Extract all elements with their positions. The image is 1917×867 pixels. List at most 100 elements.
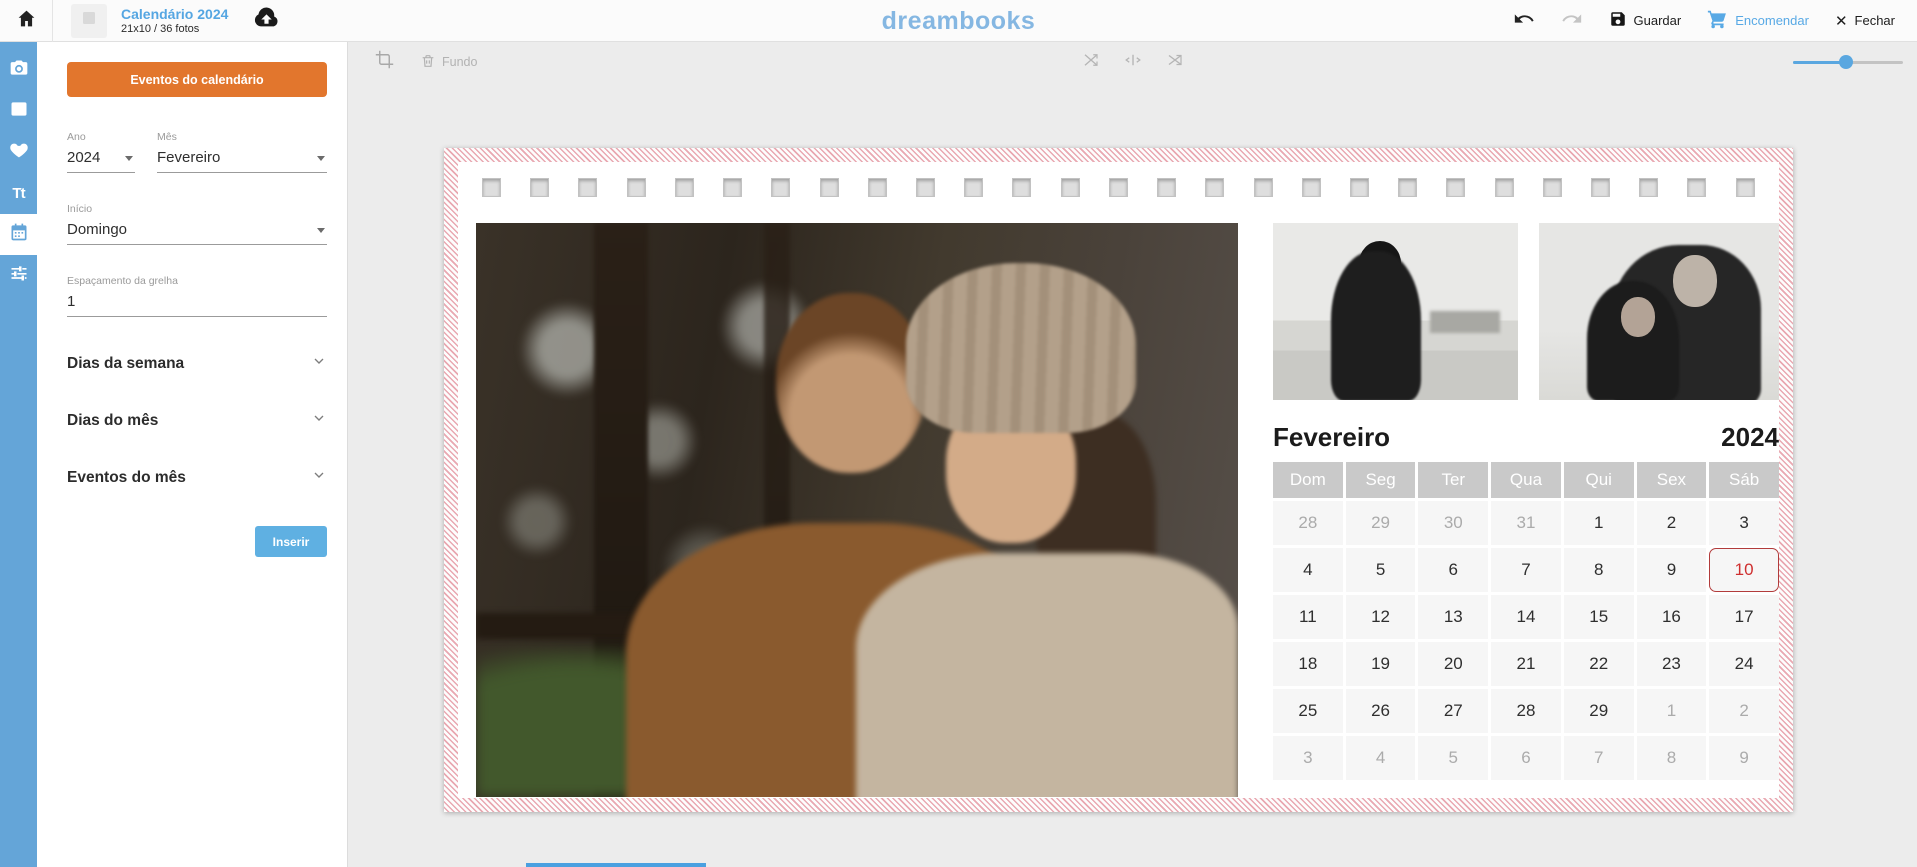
month-select[interactable]: Mês Fevereiro [157,131,327,173]
day-cell[interactable]: 2 [1637,501,1707,545]
day-cell[interactable]: 2 [1709,689,1779,733]
day-cell[interactable]: 11 [1273,595,1343,639]
section-monthdays[interactable]: Dias do mês [67,410,327,431]
calendar-events-button[interactable]: Eventos do calendário [67,62,327,97]
day-cell[interactable]: 31 [1491,501,1561,545]
app-header: Calendário 2024 21x10 / 36 fotos dreambo… [0,0,1917,42]
day-cell[interactable]: 8 [1564,548,1634,592]
day-cell[interactable]: 5 [1418,736,1488,780]
swap-horizontal-button[interactable] [1124,51,1142,74]
binding-hole [868,178,887,197]
day-cell[interactable]: 4 [1346,736,1416,780]
day-cell[interactable]: 8 [1637,736,1707,780]
day-cell[interactable]: 17 [1709,595,1779,639]
day-cell[interactable]: 27 [1418,689,1488,733]
day-cell[interactable]: 29 [1346,501,1416,545]
undo-button[interactable] [1513,8,1535,33]
day-cell[interactable]: 1 [1564,501,1634,545]
day-cell[interactable]: 12 [1346,595,1416,639]
day-cell[interactable]: 20 [1418,642,1488,686]
zoom-slider[interactable] [1793,55,1903,69]
binding-hole [964,178,983,197]
grid-spacing-input[interactable]: Espaçamento da grelha 1 [67,275,327,317]
section-monthevents[interactable]: Eventos do mês [67,467,327,488]
day-cell[interactable]: 21 [1491,642,1561,686]
day-cell[interactable]: 4 [1273,548,1343,592]
save-label: Guardar [1634,13,1682,28]
grid-spacing-value: 1 [67,293,75,310]
text-icon: Tt [12,185,24,202]
day-cell[interactable]: 18 [1273,642,1343,686]
day-cell[interactable]: 10 [1709,548,1779,592]
background-label: Fundo [442,55,477,69]
small-photo-slot-2[interactable] [1539,223,1779,400]
binding-hole [1639,178,1658,197]
close-icon: ✕ [1835,12,1848,30]
year-select[interactable]: Ano 2024 [67,131,135,173]
day-cell[interactable]: 19 [1346,642,1416,686]
day-cell[interactable]: 9 [1709,736,1779,780]
zoom-slider-thumb[interactable] [1839,55,1853,69]
binding-hole [916,178,935,197]
save-button[interactable]: Guardar [1609,10,1682,31]
day-cell[interactable]: 26 [1346,689,1416,733]
shuffle-layout-button[interactable] [1166,51,1184,74]
day-cell[interactable]: 6 [1418,548,1488,592]
day-cell[interactable]: 7 [1491,548,1561,592]
day-cell[interactable]: 14 [1491,595,1561,639]
page-thumbnail-indicator[interactable] [526,863,706,867]
rail-item-text[interactable]: Tt [0,173,37,214]
home-button[interactable] [0,0,52,41]
day-cell[interactable]: 22 [1564,642,1634,686]
day-cell[interactable]: 25 [1273,689,1343,733]
photo-detail [1430,311,1500,333]
binding-hole [1012,178,1031,197]
week-start-value: Domingo [67,221,127,238]
day-cell[interactable]: 24 [1709,642,1779,686]
day-cell[interactable]: 29 [1564,689,1634,733]
shuffle-photos-button[interactable] [1082,51,1100,74]
day-cell[interactable]: 7 [1564,736,1634,780]
day-cell[interactable]: 6 [1491,736,1561,780]
rail-item-photos-upload[interactable] [0,50,37,91]
main-photo-slot[interactable] [476,223,1238,797]
rail-item-adjustments[interactable] [0,255,37,296]
binding-hole [1109,178,1128,197]
redo-button[interactable] [1561,8,1583,33]
heart-icon [9,140,29,165]
rail-item-calendar[interactable] [0,214,37,255]
remove-background-button[interactable]: Fundo [420,53,477,72]
binding-hole [723,178,742,197]
day-cell[interactable]: 28 [1273,501,1343,545]
week-start-select[interactable]: Início Domingo [67,203,327,245]
day-cell[interactable]: 5 [1346,548,1416,592]
order-button[interactable]: Encomendar [1707,9,1809,33]
week-start-label: Início [67,203,327,215]
cloud-upload-button[interactable] [254,6,279,36]
day-cell[interactable]: 30 [1418,501,1488,545]
day-cell[interactable]: 23 [1637,642,1707,686]
photo-detail [906,263,1136,433]
close-button[interactable]: ✕ Fechar [1835,12,1895,30]
binding-hole [1736,178,1755,197]
day-cell[interactable]: 28 [1491,689,1561,733]
section-monthdays-label: Dias do mês [67,412,158,430]
day-cell[interactable]: 13 [1418,595,1488,639]
day-cell[interactable]: 9 [1637,548,1707,592]
tool-rail: Tt [0,42,37,867]
section-weekdays[interactable]: Dias da semana [67,353,327,374]
day-cell[interactable]: 16 [1637,595,1707,639]
crop-button[interactable] [375,50,394,74]
rail-item-gallery[interactable] [0,91,37,132]
section-monthevents-label: Eventos do mês [67,469,186,487]
day-cell[interactable]: 3 [1273,736,1343,780]
home-icon [16,8,37,34]
day-cell[interactable]: 3 [1709,501,1779,545]
day-cell[interactable]: 1 [1637,689,1707,733]
day-cell[interactable]: 15 [1564,595,1634,639]
project-thumbnail[interactable] [71,4,107,38]
rail-item-favorites[interactable] [0,132,37,173]
small-photo-slot-1[interactable] [1273,223,1518,400]
insert-button[interactable]: Inserir [255,526,327,557]
chevron-down-icon [311,467,327,488]
